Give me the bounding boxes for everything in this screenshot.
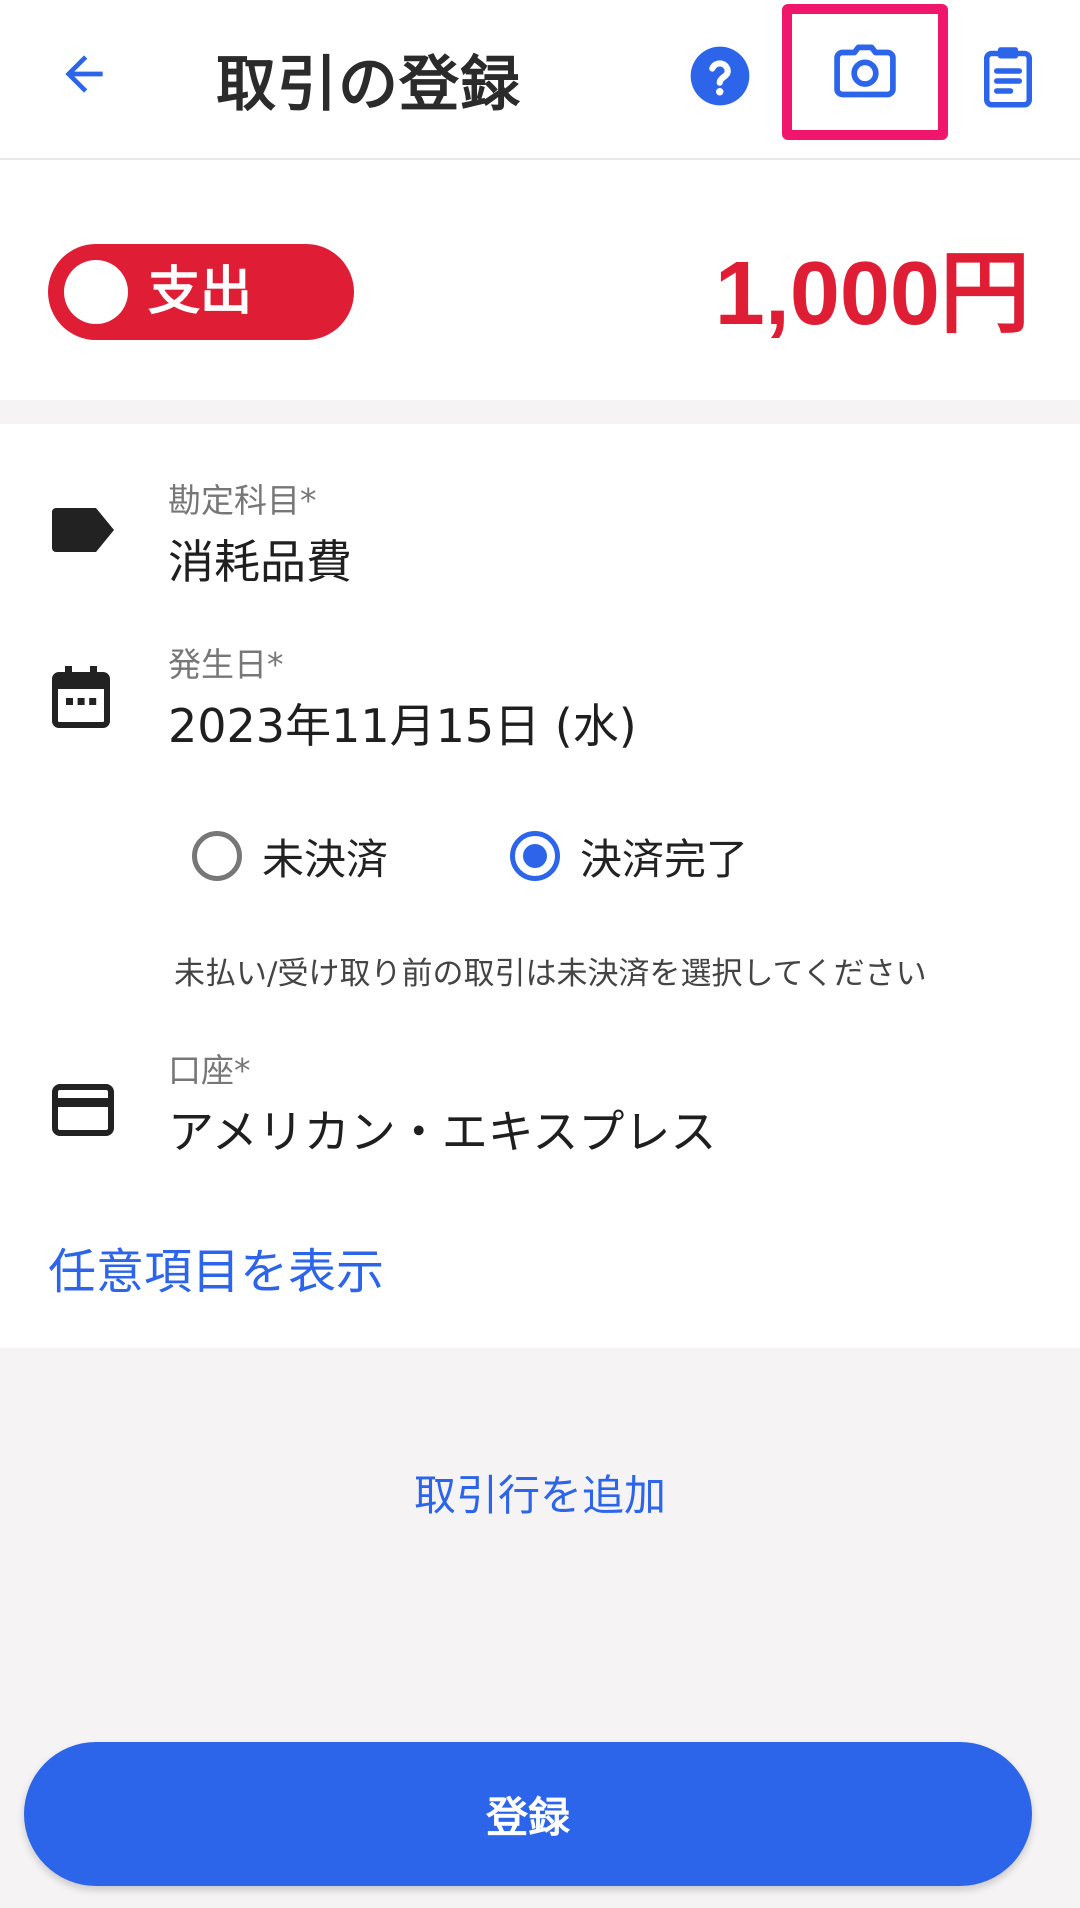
- wallet-label: 口座*: [168, 1051, 251, 1090]
- calendar-icon: [52, 666, 110, 728]
- add-transaction-line-link[interactable]: 取引行を追加: [0, 1462, 1080, 1523]
- date-value: 2023年11月15日 (水): [168, 699, 637, 753]
- page-title: 取引の登録: [216, 50, 521, 120]
- app-bar: 取引の登録: [0, 0, 1080, 160]
- back-button[interactable]: [48, 38, 120, 110]
- radio-unsettled-label: 未決済: [262, 834, 389, 884]
- date-label: 発生日*: [168, 645, 284, 684]
- amount-value[interactable]: 1,000円: [715, 244, 1030, 344]
- account-item-field[interactable]: 勘定科目* 消耗品費: [0, 454, 1080, 589]
- radio-unsettled[interactable]: 未決済: [192, 816, 388, 896]
- help-button[interactable]: [684, 40, 756, 112]
- transaction-type-toggle[interactable]: 支出: [48, 244, 354, 340]
- transaction-type-label: 支出: [148, 262, 253, 322]
- transaction-form: 勘定科目* 消耗品費 発生日* 2023年11月15日 (水) 未決済 決済完了…: [0, 424, 1080, 1348]
- camera-button[interactable]: [782, 4, 948, 140]
- clipboard-button[interactable]: [972, 40, 1044, 112]
- register-button[interactable]: 登録: [24, 1742, 1032, 1886]
- radio-circle-settled: [510, 831, 560, 881]
- settlement-radio-group: 未決済 決済完了: [0, 816, 1080, 896]
- arrow-left-icon: [65, 55, 103, 93]
- clipboard-icon: [984, 47, 1032, 108]
- radio-settled[interactable]: 決済完了: [510, 816, 748, 896]
- wallet-field[interactable]: 口座* アメリカン・エキスプレス: [0, 1036, 1080, 1186]
- question-circle-icon: [690, 46, 750, 106]
- radio-circle-unsettled: [192, 831, 242, 881]
- camera-icon: [834, 44, 896, 98]
- show-optional-fields-link[interactable]: 任意項目を表示: [48, 1232, 384, 1302]
- account-item-value: 消耗品費: [168, 535, 352, 589]
- amount-section: 支出 1,000円: [0, 160, 1080, 400]
- radio-settled-label: 決済完了: [580, 834, 749, 884]
- wallet-value: アメリカン・エキスプレス: [168, 1105, 717, 1159]
- settlement-hint: 未払い/受け取り前の取引は未決済を選択してください: [174, 956, 927, 992]
- toggle-knob: [64, 260, 128, 324]
- credit-card-icon: [52, 1084, 114, 1136]
- account-item-label: 勘定科目*: [168, 481, 317, 520]
- tag-icon: [52, 508, 114, 552]
- date-field[interactable]: 発生日* 2023年11月15日 (水): [0, 620, 1080, 770]
